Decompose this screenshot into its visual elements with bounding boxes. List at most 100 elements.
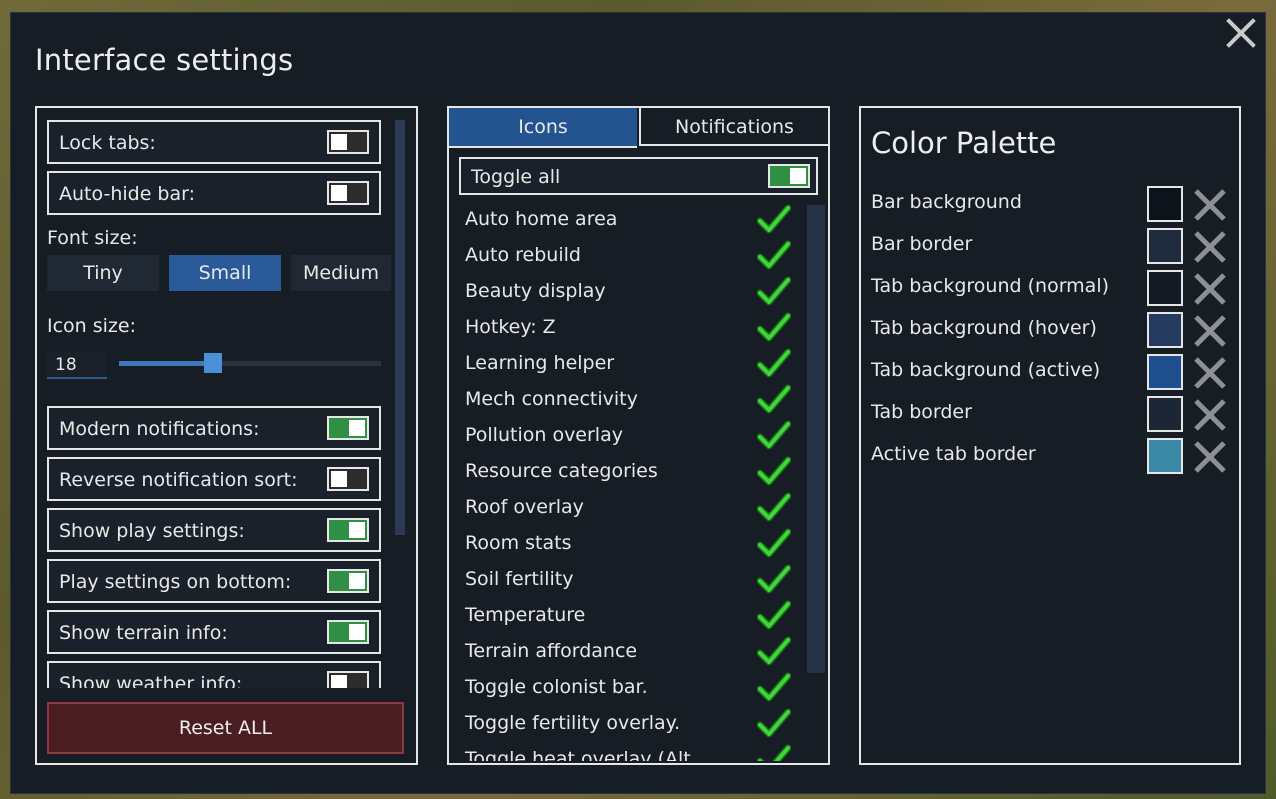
icon-setting-label: Auto rebuild: [465, 244, 581, 266]
icon-setting-item[interactable]: Hotkey: Z: [465, 309, 795, 345]
checkmark-icon[interactable]: [757, 383, 791, 415]
checkmark-icon[interactable]: [757, 599, 791, 631]
general-settings-panel: Lock tabs: Auto-hide bar: Font size: Tin…: [35, 106, 418, 765]
checkmark-icon[interactable]: [757, 707, 791, 739]
reset-color-icon[interactable]: [1191, 270, 1229, 308]
reverse-notification-sort-toggle[interactable]: [327, 467, 369, 491]
color-swatch[interactable]: [1147, 312, 1183, 348]
icons-list-scrollbar[interactable]: [807, 205, 825, 673]
icon-setting-item[interactable]: Toggle colonist bar.: [465, 669, 795, 705]
show-weather-info-row[interactable]: Show weather info:: [47, 661, 381, 688]
icon-setting-label: Learning helper: [465, 352, 615, 374]
color-palette-title: Color Palette: [871, 126, 1057, 160]
reset-color-icon[interactable]: [1191, 354, 1229, 392]
icon-setting-label: Mech connectivity: [465, 388, 638, 410]
color-swatch[interactable]: [1147, 270, 1183, 306]
icon-setting-label: Temperature: [465, 604, 586, 626]
show-terrain-info-label: Show terrain info:: [59, 622, 228, 644]
checkmark-icon[interactable]: [757, 527, 791, 559]
color-palette-panel: Color Palette Bar background Bar border Ta…: [859, 106, 1241, 765]
color-swatch[interactable]: [1147, 396, 1183, 432]
lock-tabs-row[interactable]: Lock tabs:: [47, 120, 381, 164]
icon-size-slider-handle[interactable]: [204, 353, 223, 373]
show-weather-info-toggle[interactable]: [327, 671, 369, 688]
auto-hide-bar-toggle[interactable]: [327, 181, 369, 205]
modern-notifications-toggle[interactable]: [327, 416, 369, 440]
reset-color-icon[interactable]: [1191, 396, 1229, 434]
icon-setting-item[interactable]: Pollution overlay: [465, 417, 795, 453]
icon-setting-label: Soil fertility: [465, 568, 574, 590]
tab-notifications[interactable]: Notifications: [639, 108, 828, 146]
icon-setting-item[interactable]: Roof overlay: [465, 489, 795, 525]
color-palette-label: Tab border: [871, 401, 972, 423]
play-settings-on-bottom-toggle[interactable]: [327, 569, 369, 593]
toggle-all-row[interactable]: Toggle all: [459, 157, 818, 195]
show-play-settings-toggle[interactable]: [327, 518, 369, 542]
reset-color-icon[interactable]: [1191, 312, 1229, 350]
checkmark-icon[interactable]: [757, 239, 791, 271]
color-palette-row: Bar border: [871, 226, 1231, 266]
reset-color-icon[interactable]: [1191, 438, 1229, 476]
color-swatch[interactable]: [1147, 354, 1183, 390]
icon-setting-item[interactable]: Temperature: [465, 597, 795, 633]
font-size-tiny[interactable]: Tiny: [47, 255, 159, 291]
show-terrain-info-toggle[interactable]: [327, 620, 369, 644]
color-palette-row: Tab background (hover): [871, 310, 1231, 350]
checkmark-icon[interactable]: [757, 743, 791, 761]
icon-setting-label: Auto home area: [465, 208, 618, 230]
play-settings-on-bottom-row[interactable]: Play settings on bottom:: [47, 559, 381, 603]
reset-color-icon[interactable]: [1191, 228, 1229, 266]
icon-size-slider[interactable]: [119, 361, 381, 366]
toggle-all-toggle[interactable]: [768, 164, 810, 188]
reverse-notification-sort-row[interactable]: Reverse notification sort:: [47, 457, 381, 501]
icon-setting-item[interactable]: Room stats: [465, 525, 795, 561]
general-settings-scrollbar[interactable]: [395, 120, 405, 535]
auto-hide-bar-row[interactable]: Auto-hide bar:: [47, 171, 381, 215]
checkmark-icon[interactable]: [757, 275, 791, 307]
checkmark-icon[interactable]: [757, 635, 791, 667]
icon-setting-item[interactable]: Beauty display: [465, 273, 795, 309]
checkmark-icon[interactable]: [757, 311, 791, 343]
icons-list[interactable]: Auto home area Auto rebuild Beauty display…: [449, 201, 799, 761]
icon-setting-item[interactable]: Toggle heat overlay (Alt...: [465, 741, 795, 761]
show-terrain-info-row[interactable]: Show terrain info:: [47, 610, 381, 654]
color-swatch[interactable]: [1147, 186, 1183, 222]
font-size-medium[interactable]: Medium: [291, 255, 391, 291]
font-size-small[interactable]: Small: [169, 255, 281, 291]
icon-setting-item[interactable]: Learning helper: [465, 345, 795, 381]
icon-setting-label: Room stats: [465, 532, 572, 554]
color-swatch[interactable]: [1147, 438, 1183, 474]
color-palette-row: Bar background: [871, 184, 1231, 224]
lock-tabs-toggle[interactable]: [327, 130, 369, 154]
icon-setting-item[interactable]: Resource categories: [465, 453, 795, 489]
checkmark-icon[interactable]: [757, 347, 791, 379]
icon-setting-label: Toggle heat overlay (Alt...: [465, 748, 709, 761]
checkmark-icon[interactable]: [757, 419, 791, 451]
icon-setting-item[interactable]: Auto home area: [465, 201, 795, 237]
icon-setting-item[interactable]: Toggle fertility overlay.: [465, 705, 795, 741]
modern-notifications-row[interactable]: Modern notifications:: [47, 406, 381, 450]
tab-icons[interactable]: Icons: [449, 108, 637, 146]
checkmark-icon[interactable]: [757, 563, 791, 595]
icon-setting-item[interactable]: Terrain affordance: [465, 633, 795, 669]
general-settings-list[interactable]: Lock tabs: Auto-hide bar: Font size: Tin…: [37, 108, 393, 688]
reset-all-button[interactable]: Reset ALL: [47, 702, 404, 754]
show-play-settings-row[interactable]: Show play settings:: [47, 508, 381, 552]
reset-color-icon[interactable]: [1191, 186, 1229, 224]
icon-setting-item[interactable]: Auto rebuild: [465, 237, 795, 273]
icon-setting-item[interactable]: Mech connectivity: [465, 381, 795, 417]
checkmark-icon[interactable]: [757, 455, 791, 487]
icon-setting-label: Pollution overlay: [465, 424, 623, 446]
toggle-all-label: Toggle all: [471, 166, 561, 188]
icon-setting-label: Terrain affordance: [465, 640, 638, 662]
icon-setting-item[interactable]: Soil fertility: [465, 561, 795, 597]
color-swatch[interactable]: [1147, 228, 1183, 264]
dialog-title: Interface settings: [35, 43, 294, 77]
checkmark-icon[interactable]: [757, 203, 791, 235]
checkmark-icon[interactable]: [757, 491, 791, 523]
close-icon[interactable]: [1223, 15, 1259, 51]
icon-size-input[interactable]: 18: [47, 351, 107, 379]
checkmark-icon[interactable]: [757, 671, 791, 703]
color-palette-row: Tab background (normal): [871, 268, 1231, 308]
color-palette-label: Bar border: [871, 233, 973, 255]
